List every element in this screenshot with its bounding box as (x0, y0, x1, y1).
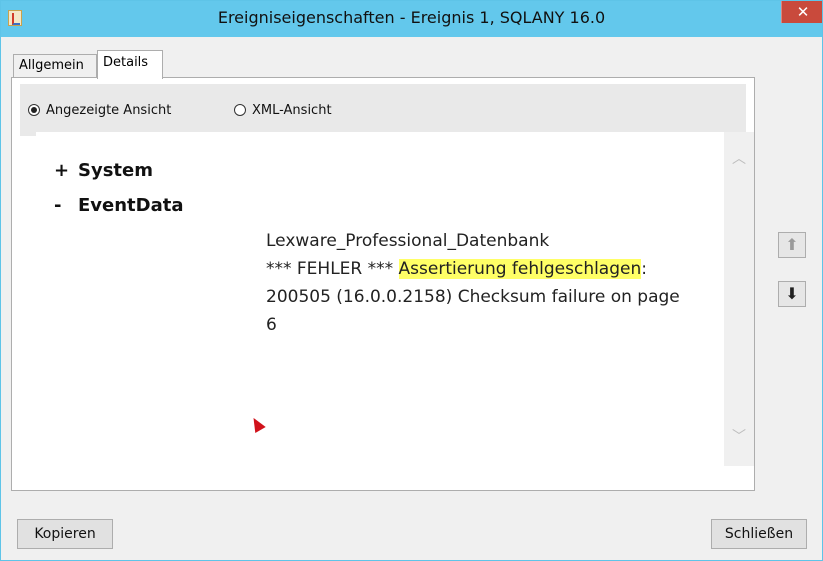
event-data-line: 6 (266, 315, 277, 335)
radio-rendered-view-label[interactable]: Angezeigte Ansicht (46, 103, 171, 118)
event-data-values: Lexware_Professional_Datenbank *** FEHLE… (266, 227, 706, 339)
error-prefix: *** FEHLER *** (266, 259, 399, 279)
error-suffix: : (641, 259, 647, 279)
content-scrollbar[interactable]: ︿ ﹀ (724, 132, 754, 466)
radio-unchecked-indicator[interactable] (234, 104, 246, 116)
event-data-line: Lexware_Professional_Datenbank (266, 231, 550, 251)
view-mode-bar: Angezeigte Ansicht XML-Ansicht (20, 84, 746, 136)
tab-details[interactable]: Details (97, 50, 163, 79)
event-properties-window: Ereigniseigenschaften - Ereignis 1, SQLA… (0, 0, 823, 561)
close-button[interactable]: Schließen (711, 519, 807, 549)
highlighted-search-match: Assertierung fehlgeschlagen (398, 259, 642, 279)
details-tab-panel: Angezeigte Ansicht XML-Ansicht + System … (11, 77, 755, 491)
tree-node-label: System (78, 160, 153, 181)
event-data-line: 200505 (16.0.0.2158) Checksum failure on… (266, 287, 680, 307)
mouse-cursor-icon (248, 414, 266, 434)
tree-node-label: EventData (78, 195, 184, 216)
event-details-content: + System - EventData Lexware_Professiona… (36, 132, 724, 466)
copy-button[interactable]: Kopieren (17, 519, 113, 549)
scroll-down-chevron-icon[interactable]: ﹀ (732, 430, 746, 444)
event-data-line: *** FEHLER *** Assertierung fehlgeschlag… (266, 255, 706, 283)
collapse-toggle[interactable]: - (54, 195, 68, 216)
title-bar[interactable]: Ereigniseigenschaften - Ereignis 1, SQLA… (1, 1, 822, 37)
tab-general[interactable]: Allgemein (13, 54, 97, 78)
window-title: Ereigniseigenschaften - Ereignis 1, SQLA… (217, 8, 606, 27)
next-event-button[interactable]: ⬇ (778, 281, 806, 307)
scroll-up-chevron-icon[interactable]: ︿ (732, 152, 746, 166)
radio-xml-view-label[interactable]: XML-Ansicht (252, 103, 332, 118)
window-close-button[interactable]: ✕ (781, 1, 822, 23)
radio-checked-indicator[interactable] (28, 104, 40, 116)
expand-toggle[interactable]: + (54, 160, 69, 181)
previous-event-button[interactable]: ⬆ (778, 232, 806, 258)
